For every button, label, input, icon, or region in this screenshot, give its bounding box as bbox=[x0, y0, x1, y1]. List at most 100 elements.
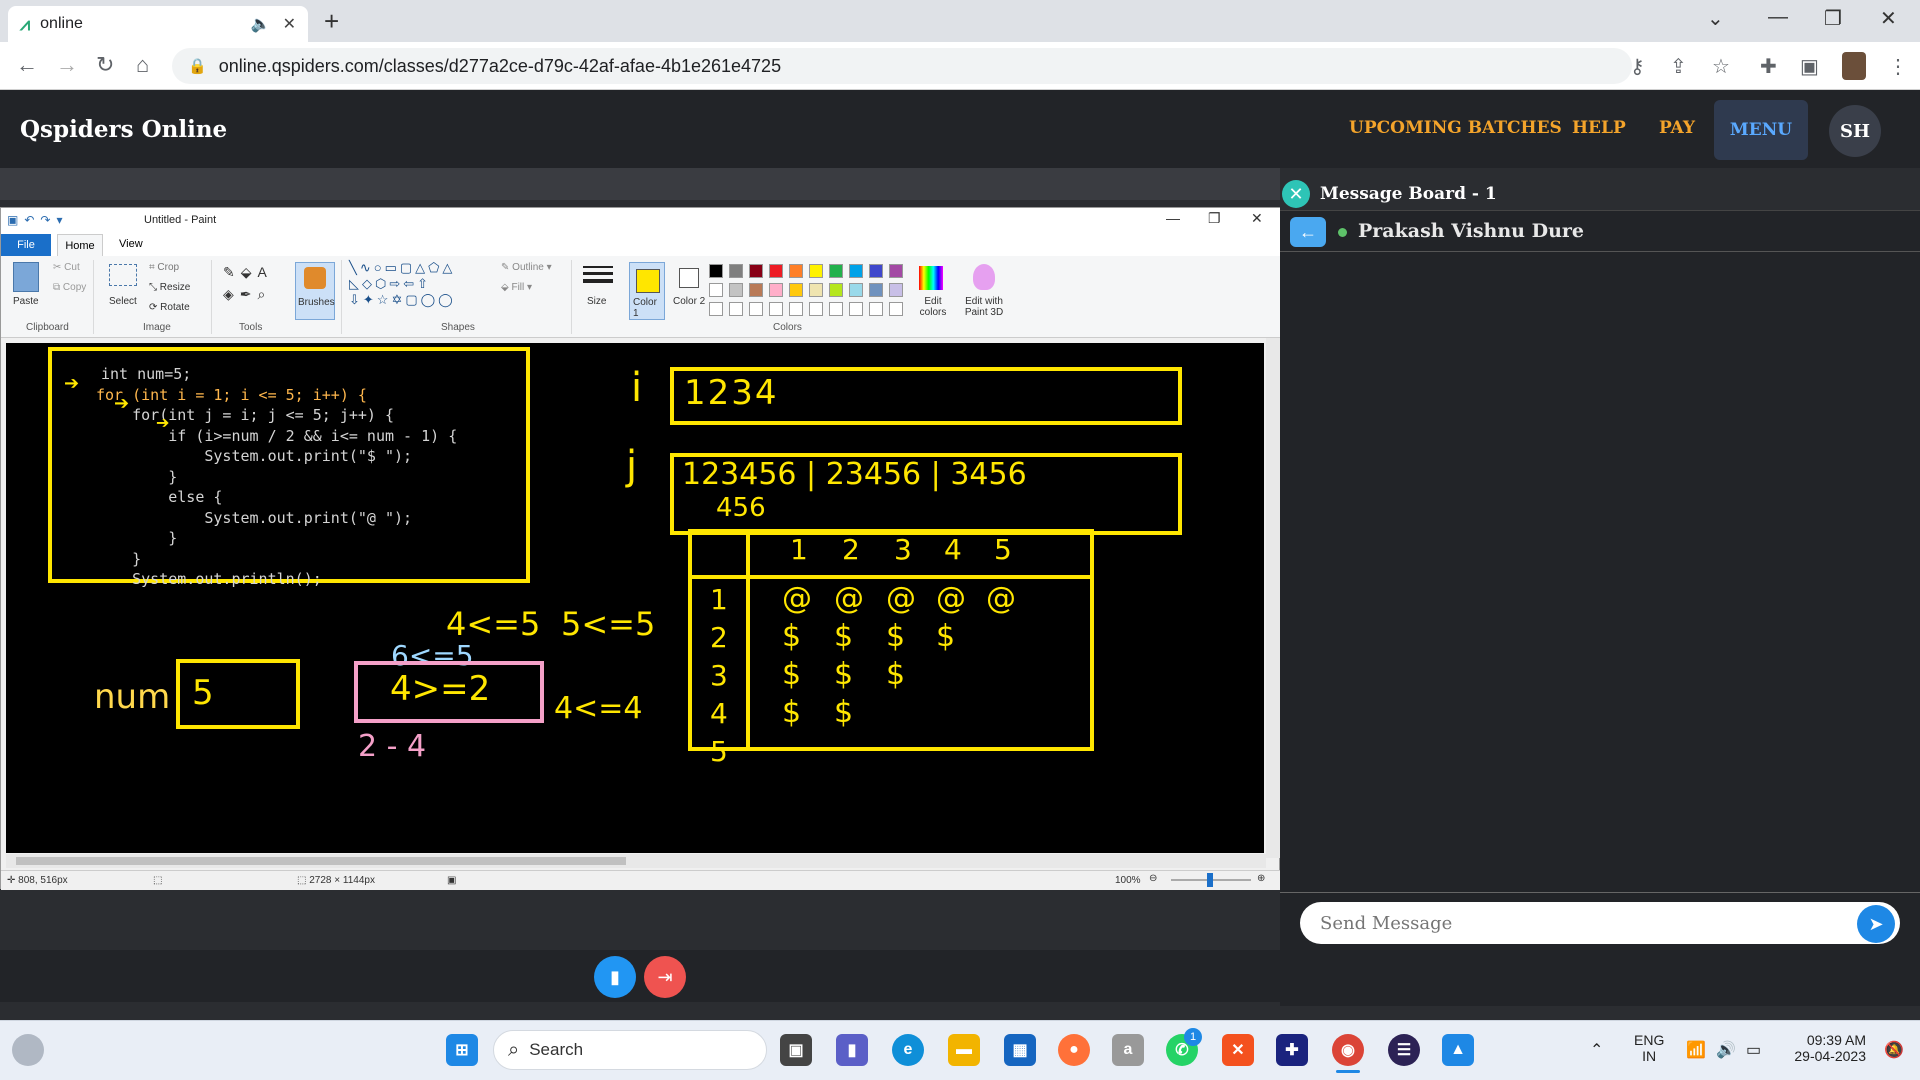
select-icon[interactable] bbox=[109, 264, 137, 286]
battery-icon[interactable]: ▭ bbox=[1746, 1040, 1761, 1060]
firefox-icon[interactable]: ● bbox=[1058, 1034, 1090, 1066]
edit-colors-icon[interactable] bbox=[919, 266, 943, 290]
palette-swatch[interactable] bbox=[869, 283, 883, 297]
exit-button[interactable]: ⇥ bbox=[644, 956, 686, 998]
palette-swatch[interactable] bbox=[869, 302, 883, 316]
palette-swatch[interactable] bbox=[769, 264, 783, 278]
new-tab-button[interactable]: + bbox=[324, 6, 339, 37]
palette-swatch[interactable] bbox=[809, 264, 823, 278]
key-icon[interactable]: ⚷ bbox=[1630, 54, 1645, 79]
task-view-icon[interactable]: ▣ bbox=[780, 1034, 812, 1066]
zoom-slider-handle[interactable] bbox=[1207, 873, 1213, 887]
palette-swatch[interactable] bbox=[709, 283, 723, 297]
palette-swatch[interactable] bbox=[749, 264, 763, 278]
shapes-gallery-row1[interactable]: ╲∿○▭▢△⬠△ bbox=[349, 260, 455, 276]
paste-button[interactable]: Paste bbox=[13, 296, 39, 307]
cut-button[interactable]: ✂ Cut bbox=[53, 262, 80, 273]
paint-restore-button[interactable]: ❐ bbox=[1208, 210, 1221, 227]
nav-upcoming-batches[interactable]: UPCOMING BATCHES bbox=[1349, 118, 1562, 138]
shapes-gallery-row2[interactable]: ◺◇⬡⇨⇦⇧ bbox=[349, 276, 431, 292]
notifications-icon[interactable]: 🔕 bbox=[1884, 1040, 1904, 1060]
quick-access-icons[interactable]: ▣↶↷▾ bbox=[7, 213, 68, 227]
edge-icon[interactable]: e bbox=[892, 1034, 924, 1066]
palette-swatch[interactable] bbox=[829, 283, 843, 297]
palette-swatch[interactable] bbox=[729, 264, 743, 278]
send-message-button[interactable]: ➤ bbox=[1857, 905, 1895, 943]
color1-selector[interactable]: Color 1 bbox=[629, 262, 665, 320]
sidepanel-icon[interactable]: ▣ bbox=[1800, 54, 1819, 79]
palette-swatch[interactable] bbox=[769, 302, 783, 316]
site-brand[interactable]: Qspiders Online bbox=[20, 116, 227, 143]
close-message-board-button[interactable]: ✕ bbox=[1282, 180, 1310, 208]
browser-tab[interactable]: ⩘ online 🔈 ✕ bbox=[8, 6, 308, 42]
tools-icons[interactable]: ✎⬙A bbox=[223, 264, 273, 281]
home-icon[interactable]: ⌂ bbox=[136, 52, 149, 78]
palette-swatch[interactable] bbox=[809, 302, 823, 316]
palette-swatch[interactable] bbox=[809, 283, 823, 297]
size-button[interactable]: Size bbox=[587, 296, 606, 307]
tab-file[interactable]: File bbox=[1, 234, 51, 256]
speaker-icon[interactable]: 🔈 bbox=[251, 14, 271, 34]
select-button[interactable]: Select bbox=[109, 296, 137, 307]
palette-swatch[interactable] bbox=[889, 264, 903, 278]
forward-icon[interactable]: → bbox=[56, 52, 78, 78]
palette-swatch[interactable] bbox=[729, 283, 743, 297]
amazon-icon[interactable]: a bbox=[1112, 1034, 1144, 1066]
rotate-button[interactable]: ⟳ Rotate bbox=[149, 302, 190, 313]
paste-icon[interactable] bbox=[13, 262, 39, 292]
wifi-icon[interactable]: 📶 bbox=[1686, 1040, 1706, 1060]
file-explorer-icon[interactable]: ▬ bbox=[948, 1034, 980, 1066]
chat-button[interactable]: ▮ bbox=[594, 956, 636, 998]
user-avatar[interactable]: SH bbox=[1829, 105, 1881, 157]
palette-swatch[interactable] bbox=[709, 302, 723, 316]
reload-icon[interactable]: ↻ bbox=[96, 52, 114, 78]
vertical-scrollbar[interactable] bbox=[1266, 338, 1280, 858]
palette-swatch[interactable] bbox=[789, 302, 803, 316]
tools-icons-row2[interactable]: ◈✒⌕ bbox=[223, 286, 271, 303]
tab-search-icon[interactable]: ⌄ bbox=[1707, 6, 1724, 31]
star-icon[interactable]: ☆ bbox=[1712, 54, 1730, 79]
photos-icon[interactable]: ▲ bbox=[1442, 1034, 1474, 1066]
minimize-button[interactable]: — bbox=[1768, 6, 1788, 29]
restore-button[interactable]: ❐ bbox=[1824, 6, 1842, 31]
volume-icon[interactable]: 🔊 bbox=[1716, 1040, 1736, 1060]
back-button[interactable]: ← bbox=[1290, 217, 1326, 247]
fill-dropdown[interactable]: ⬙ Fill ▾ bbox=[501, 282, 532, 293]
kebab-menu-icon[interactable]: ⋮ bbox=[1888, 54, 1908, 79]
horizontal-scrollbar[interactable] bbox=[6, 854, 1266, 868]
close-window-button[interactable]: ✕ bbox=[1880, 6, 1897, 31]
extensions-icon[interactable]: ✚ bbox=[1760, 54, 1777, 79]
paint-close-button[interactable]: ✕ bbox=[1251, 210, 1263, 227]
back-icon[interactable]: ← bbox=[16, 52, 38, 78]
clock[interactable]: 09:39 AM 29-04-2023 bbox=[1782, 1032, 1866, 1064]
teams-chat-icon[interactable]: ▮ bbox=[836, 1034, 868, 1066]
palette-swatch[interactable] bbox=[789, 264, 803, 278]
chrome-icon[interactable]: ◉ bbox=[1332, 1034, 1364, 1066]
brushes-button[interactable]: Brushes bbox=[295, 262, 335, 320]
resize-button[interactable]: ⤡ Resize bbox=[149, 282, 190, 293]
tab-view[interactable]: View bbox=[119, 238, 143, 250]
palette-swatch[interactable] bbox=[849, 302, 863, 316]
store-icon[interactable]: ▦ bbox=[1004, 1034, 1036, 1066]
url-bar[interactable]: 🔒 online.qspiders.com/classes/d277a2ce-d… bbox=[172, 48, 1632, 84]
taskbar-search[interactable]: ⌕ Search bbox=[493, 1030, 767, 1070]
close-tab-icon[interactable]: ✕ bbox=[283, 14, 296, 34]
send-message-input[interactable] bbox=[1300, 902, 1900, 944]
palette-swatch[interactable] bbox=[829, 264, 843, 278]
start-icon[interactable]: ⊞ bbox=[446, 1034, 478, 1066]
nav-help[interactable]: HELP bbox=[1572, 118, 1626, 138]
profile-avatar[interactable] bbox=[1842, 52, 1866, 80]
share-icon[interactable]: ⇪ bbox=[1670, 54, 1687, 79]
paint3d-icon[interactable] bbox=[973, 264, 995, 290]
palette-swatch[interactable] bbox=[749, 302, 763, 316]
tab-home[interactable]: Home bbox=[57, 234, 103, 256]
zoom-in-icon[interactable]: ⊕ bbox=[1257, 873, 1265, 884]
shapes-gallery-row3[interactable]: ⇩✦☆✡▢◯◯ bbox=[349, 292, 456, 308]
tray-overflow-icon[interactable]: ⌃ bbox=[1590, 1040, 1603, 1060]
crop-button[interactable]: ⌗ Crop bbox=[149, 262, 179, 273]
palette-swatch[interactable] bbox=[849, 283, 863, 297]
palette-swatch[interactable] bbox=[729, 302, 743, 316]
app-plus-icon[interactable]: ✚ bbox=[1276, 1034, 1308, 1066]
palette-swatch[interactable] bbox=[869, 264, 883, 278]
outline-dropdown[interactable]: ✎ Outline ▾ bbox=[501, 262, 552, 273]
